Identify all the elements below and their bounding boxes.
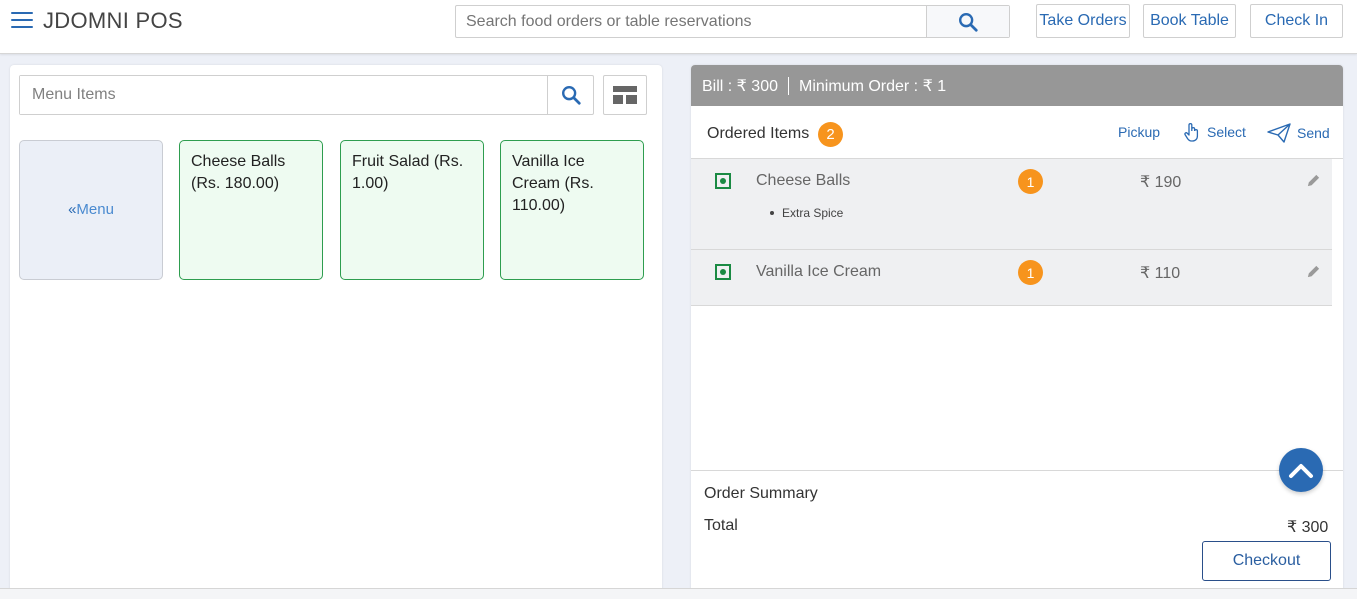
edit-pencil-icon[interactable] [1306,173,1321,193]
scroll-to-top-button[interactable] [1279,448,1323,492]
menu-search-button[interactable] [547,76,593,114]
menu-back-tile[interactable]: «Menu [19,140,163,280]
hand-pointer-icon [1184,123,1199,142]
veg-indicator-icon [715,264,731,280]
app-title: JDOMNI POS [43,8,183,33]
search-icon [959,12,978,32]
order-row[interactable]: Cheese Balls 1 ₹ 190 Extra Spice [691,159,1332,250]
chevron-up-icon [1289,464,1313,478]
order-item-name: Cheese Balls [756,172,851,189]
order-summary-title: Order Summary [704,485,818,502]
select-action[interactable]: Select [1183,122,1246,142]
menu-item-tile[interactable]: Cheese Balls (Rs. 180.00) [179,140,323,280]
menu-item-tile[interactable]: Fruit Salad (Rs. 1.00) [340,140,484,280]
ordered-count-badge: 2 [818,122,843,147]
paper-plane-icon [1267,123,1291,143]
total-value: ₹ 300 [1287,519,1329,536]
double-chevron-left-icon: « [68,201,77,218]
layout-grid-icon [613,86,637,104]
order-item-price: ₹ 190 [1140,174,1182,191]
order-row[interactable]: Vanilla Ice Cream 1 ₹ 110 [691,250,1332,306]
order-summary: Order Summary Total ₹ 300 Checkout [691,470,1343,599]
bill-divider [788,76,789,95]
bottom-scrollbar[interactable] [0,588,1357,599]
addon-label: Extra Spice [782,206,844,220]
global-search-button[interactable] [926,6,1009,37]
global-search-input[interactable] [456,6,926,37]
total-label: Total [704,517,738,534]
order-item-addon: Extra Spice [770,206,843,220]
checkout-button[interactable]: Checkout [1202,541,1331,581]
order-item-qty-badge: 1 [1018,169,1043,194]
bill-amount: Bill : ₹ 300 [702,77,778,95]
check-in-button[interactable]: Check In [1250,4,1343,38]
ordered-items-title: Ordered Items [707,125,810,142]
order-panel: Bill : ₹ 300 Minimum Order : ₹ 1 Ordered… [691,65,1343,599]
hamburger-menu-icon[interactable] [11,12,33,28]
order-item-price: ₹ 110 [1140,265,1181,282]
search-icon [561,86,581,105]
layout-toggle-button[interactable] [603,75,647,115]
pickup-action[interactable]: Pickup [1118,124,1160,140]
send-label: Send [1297,125,1330,141]
take-orders-button[interactable]: Take Orders [1036,4,1130,38]
minimum-order: Minimum Order : ₹ 1 [799,77,947,95]
top-header: JDOMNI POS Take Orders Book Table Check … [0,0,1357,54]
ordered-items-header: Ordered Items 2 Pickup Select Send [691,106,1343,159]
select-label: Select [1207,124,1246,140]
pickup-label: Pickup [1118,124,1161,140]
send-action[interactable]: Send [1267,123,1330,143]
menu-item-tile[interactable]: Vanilla Ice Cream (Rs. 110.00) [500,140,644,280]
order-item-name: Vanilla Ice Cream [756,263,882,280]
menu-search-box [19,75,594,115]
menu-panel: «Menu Cheese Balls (Rs. 180.00) Fruit Sa… [10,65,662,599]
edit-pencil-icon[interactable] [1306,264,1321,284]
menu-back-label: Menu [76,201,114,218]
book-table-button[interactable]: Book Table [1143,4,1236,38]
bill-bar: Bill : ₹ 300 Minimum Order : ₹ 1 [691,65,1343,106]
order-item-qty-badge: 1 [1018,260,1043,285]
menu-search-input[interactable] [20,76,547,114]
veg-indicator-icon [715,173,731,189]
global-search-box [455,5,1010,38]
